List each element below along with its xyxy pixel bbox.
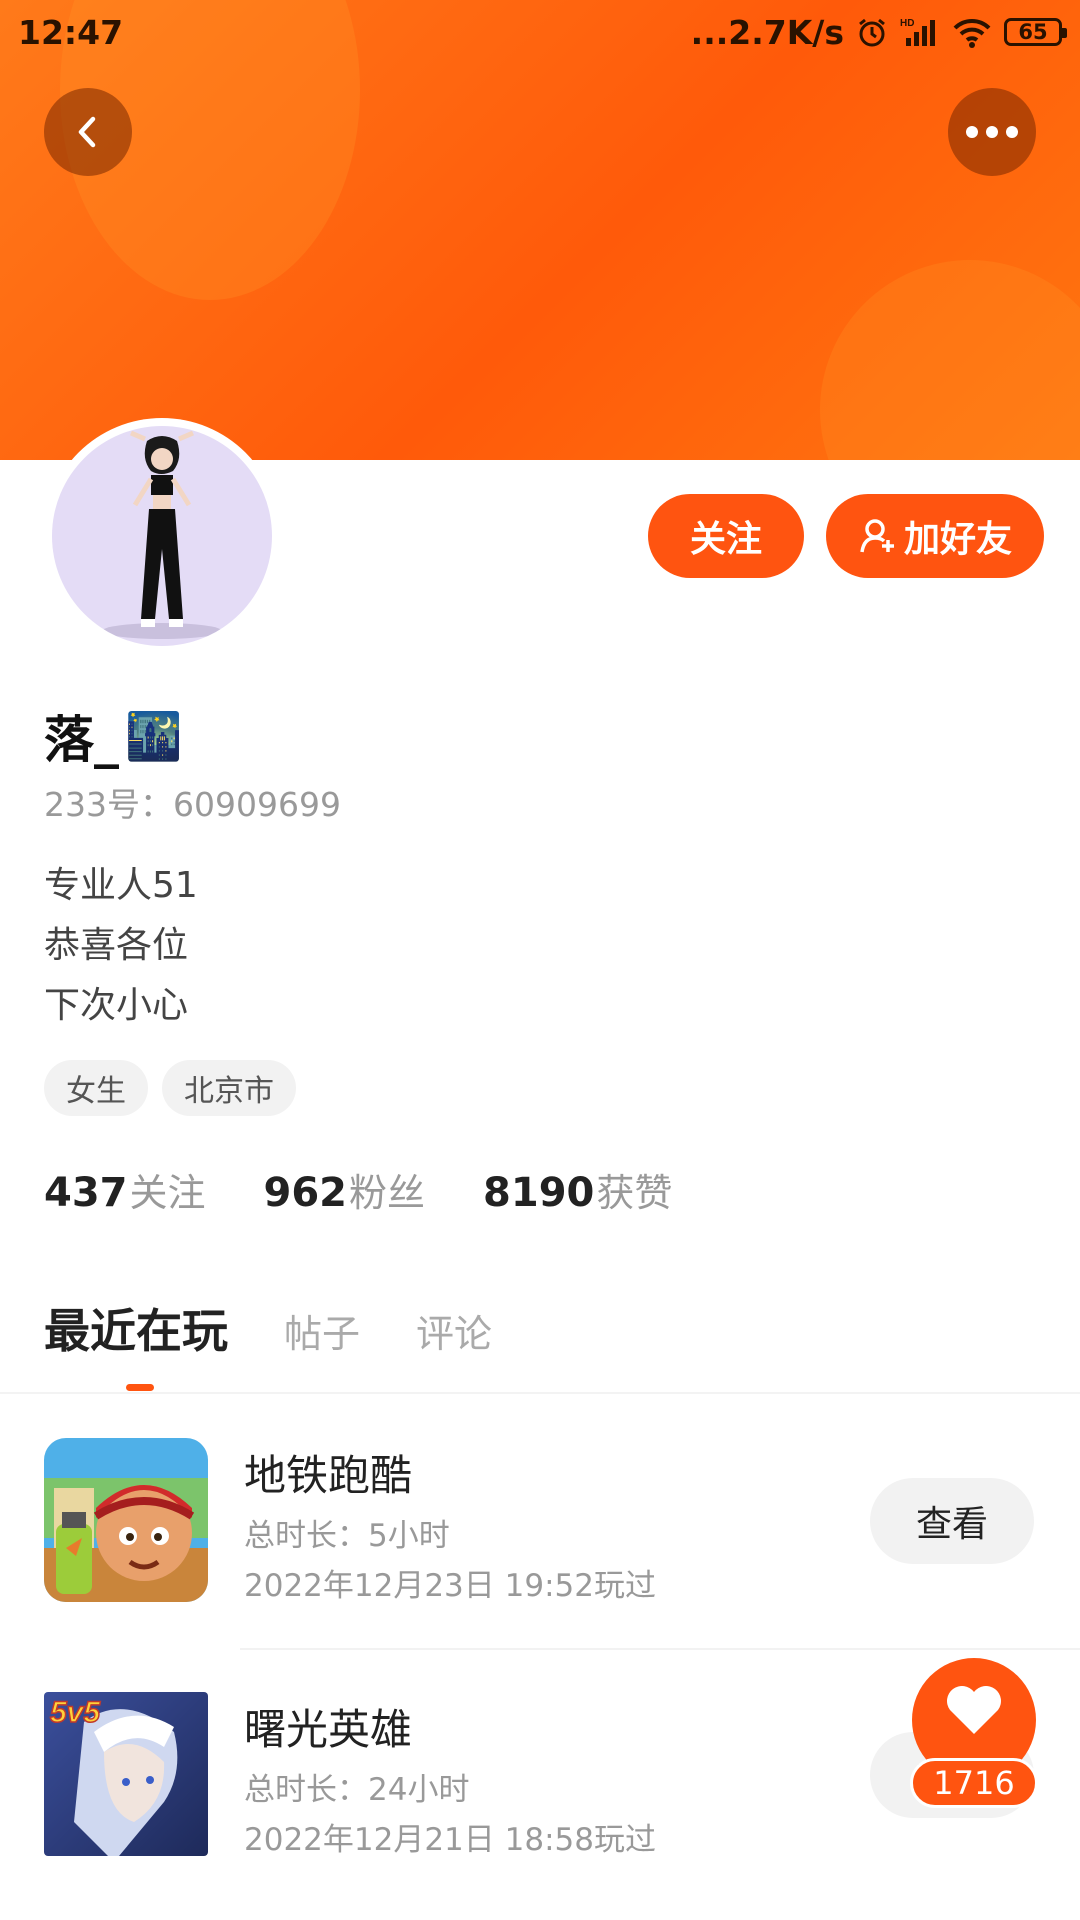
add-friend-label: 加好友 [903, 519, 1012, 560]
add-friend-button[interactable]: 加好友 [826, 494, 1044, 578]
stat-likes: 8190 获赞 [483, 1162, 672, 1217]
profile-header-banner: 12:47 ...2.7K/s HD 65 [0, 0, 1080, 460]
back-button[interactable] [44, 88, 132, 176]
game-last-played: 2022年12月23日 19:52玩过 [244, 1568, 656, 1604]
signal-icon: HD [900, 16, 940, 48]
active-tab-indicator [126, 1384, 154, 1391]
net-speed: ...2.7K/s [690, 12, 844, 52]
game-duration: 总时长：24小时 [244, 1772, 470, 1808]
game-name: 地铁跑酷 [244, 1451, 413, 1500]
game-icon-dawn-heroes: 5v5 [44, 1692, 208, 1856]
signal-hd-label: HD [900, 18, 914, 29]
stat-followers-count: 962 [263, 1170, 348, 1216]
status-bar: 12:47 ...2.7K/s HD 65 [0, 0, 1080, 64]
game-icon-badge: 5v5 [50, 1696, 101, 1729]
stat-followers-label: 粉丝 [349, 1171, 426, 1215]
wifi-icon [952, 16, 992, 48]
stat-followers[interactable]: 962 粉丝 [264, 1162, 426, 1217]
chevron-left-icon [78, 116, 96, 148]
stat-following[interactable]: 437 关注 [44, 1162, 206, 1217]
game-icon-subway-surfers [44, 1438, 208, 1602]
stat-likes-label: 获赞 [596, 1171, 673, 1215]
divider [0, 1392, 1080, 1394]
tab-posts[interactable]: 帖子 [284, 1303, 360, 1358]
tab-comments[interactable]: 评论 [416, 1303, 492, 1358]
alarm-icon [856, 16, 888, 48]
tab-recently-played[interactable]: 最近在玩 [44, 1295, 228, 1361]
avatar-character-image [102, 431, 222, 639]
stat-likes-count: 8190 [483, 1170, 595, 1216]
username-emoji: 🌃 [125, 708, 183, 763]
bio-line: 专业人51 [44, 865, 198, 906]
game-name: 曙光英雄 [244, 1705, 413, 1754]
add-user-icon [860, 519, 894, 553]
profile-tags: 女生 北京市 [44, 1060, 296, 1116]
follow-button-label: 关注 [689, 519, 762, 560]
more-options-button[interactable] [948, 88, 1036, 176]
game-last-played: 2022年12月21日 18:58玩过 [244, 1822, 656, 1858]
battery-level: 65 [1018, 20, 1048, 44]
bio-line: 恭喜各位 [44, 925, 189, 966]
like-count: 1716 [933, 1764, 1015, 1802]
profile-tabs: 最近在玩 帖子 评论 [44, 1295, 492, 1361]
heart-icon [947, 1686, 1001, 1734]
tag-gender: 女生 [44, 1060, 148, 1116]
status-time: 12:47 [18, 12, 124, 52]
like-count-badge: 1716 [910, 1758, 1038, 1808]
tag-location: 北京市 [162, 1060, 296, 1116]
avatar[interactable] [44, 418, 280, 654]
list-item[interactable]: 地铁跑酷 总时长：5小时 2022年12月23日 19:52玩过 查看 [0, 1438, 1080, 1658]
stat-following-label: 关注 [129, 1171, 206, 1215]
follow-button[interactable]: 关注 [648, 494, 804, 578]
battery-icon: 65 [1004, 18, 1067, 46]
username: 落_ 🌃 [44, 700, 182, 772]
game-duration: 总时长：5小时 [244, 1518, 450, 1554]
divider [240, 1648, 1080, 1650]
bio-line: 下次小心 [44, 985, 189, 1026]
stat-following-count: 437 [44, 1170, 128, 1216]
user-id: 233号：60909699 [44, 785, 341, 824]
more-dots-icon [966, 126, 1018, 138]
view-game-button[interactable]: 查看 [870, 1478, 1034, 1564]
stats-row: 437 关注 962 粉丝 8190 获赞 [44, 1162, 730, 1217]
username-text: 落_ [44, 711, 119, 769]
bio: 专业人51 恭喜各位 下次小心 [44, 856, 198, 1036]
